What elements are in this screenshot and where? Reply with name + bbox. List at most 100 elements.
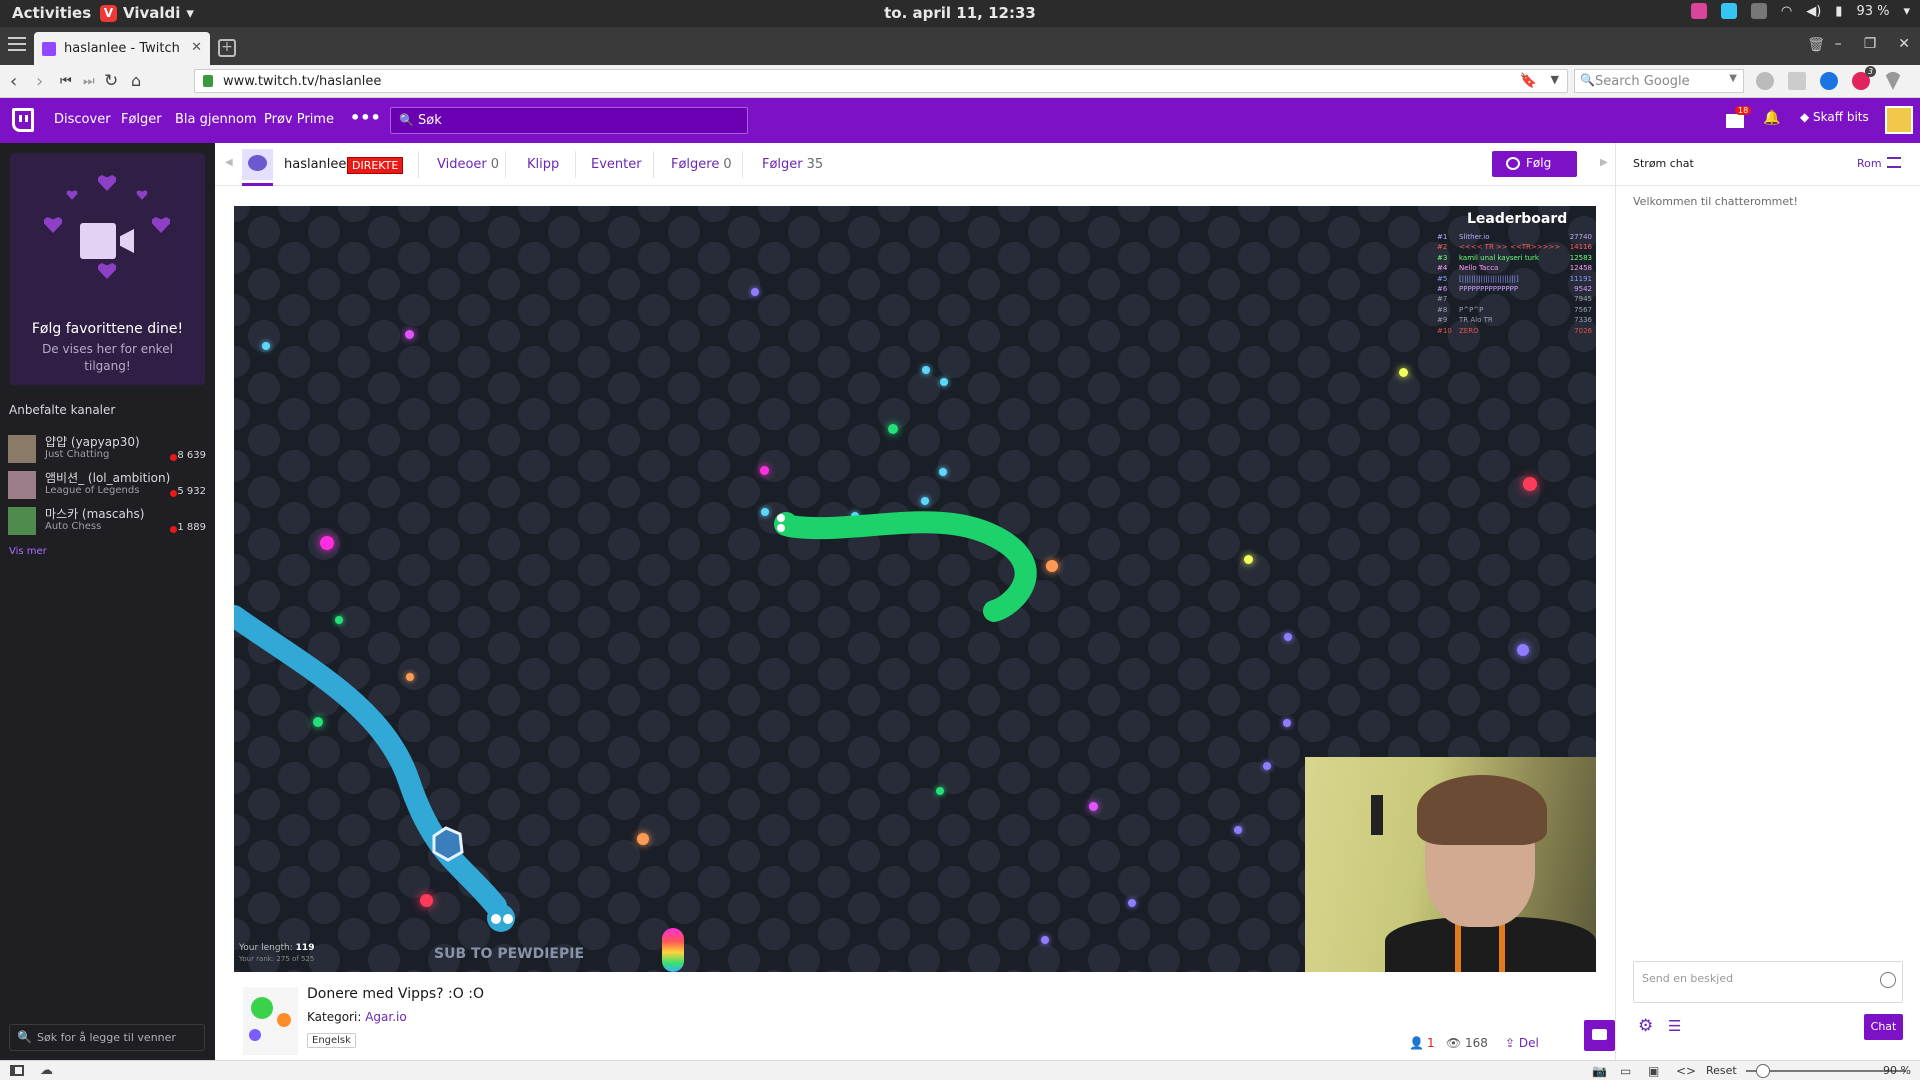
twitch-logo-icon[interactable] — [12, 108, 34, 132]
twitch-search-input[interactable]: 🔍 Søk — [390, 107, 748, 134]
zoom-slider-handle[interactable] — [1756, 1064, 1770, 1078]
share-button[interactable]: ⇪ Del — [1505, 1036, 1539, 1050]
browser-tab[interactable]: haslanlee - Twitch ✕ — [34, 32, 210, 65]
tab-count: 35 — [806, 157, 824, 172]
tab-count: 0 — [723, 157, 732, 172]
leaderboard-rank: #1 — [1437, 233, 1448, 241]
rooms-list-icon[interactable] — [1887, 157, 1901, 168]
channel-game: Auto Chess — [45, 521, 102, 532]
live-badge: DIREKTE — [347, 157, 404, 174]
messenger-icon[interactable] — [1820, 72, 1838, 90]
forward-icon[interactable]: › — [36, 71, 43, 92]
tab-following[interactable]: Følger 35 — [762, 157, 823, 172]
fast-forward-icon[interactable]: ⏭ — [83, 74, 95, 89]
get-bits-button[interactable]: ◆ Skaff bits — [1800, 110, 1869, 124]
game-box-art[interactable] — [243, 987, 298, 1055]
chevron-down-icon[interactable]: ▼ — [1551, 73, 1559, 86]
notification-extension-icon[interactable]: 3 — [1852, 66, 1876, 90]
leaderboard-name: kamil unal kayseri turk — [1459, 253, 1539, 262]
trash-icon[interactable]: 🗑 — [1807, 37, 1825, 53]
more-menu-icon[interactable]: ••• — [350, 108, 381, 127]
panel-toggle-icon[interactable] — [10, 1065, 24, 1076]
maximize-icon[interactable]: ❐ — [1864, 36, 1877, 52]
rewind-icon[interactable]: ⏮ — [60, 74, 72, 89]
code-icon[interactable]: <> — [1676, 1064, 1696, 1078]
battery-icon[interactable]: ▮ — [1835, 4, 1842, 19]
os-top-bar: Activities V Vivaldi ▾ to. april 11, 12:… — [0, 0, 1920, 27]
scroll-right-icon[interactable]: ▶ — [1600, 157, 1608, 168]
slack-icon[interactable] — [1720, 3, 1737, 19]
nav-browse[interactable]: Bla gjennom — [175, 112, 257, 127]
volume-icon[interactable]: ◀) — [1806, 4, 1821, 19]
recommended-channel[interactable]: 마스카 (mascahs) Auto Chess 1 889 — [8, 505, 208, 539]
chevron-down-icon[interactable]: ▾ — [1903, 4, 1910, 19]
show-more-link[interactable]: Vis mer — [9, 546, 47, 557]
camera-icon[interactable]: 📷 — [1592, 1064, 1607, 1078]
gear-icon[interactable]: ⚙ — [1638, 1016, 1653, 1036]
leaderboard-name: <<<< TR >> <<TR>>>>> — [1459, 243, 1561, 252]
vivaldi-v-icon[interactable] — [1884, 72, 1902, 90]
video-camera-icon — [80, 223, 116, 259]
recommended-channel[interactable]: 앰비션_ (lol_ambition) League of Legends 5 … — [8, 469, 208, 503]
recommended-channel[interactable]: 얍얍 (yapyap30) Just Chatting 8 639 — [8, 433, 208, 467]
back-icon[interactable]: ‹ — [10, 71, 17, 92]
nav-try-prime[interactable]: Prøv Prime — [264, 112, 334, 127]
player-rank: Your rank: 275 of 525 — [239, 955, 315, 963]
channel-avatar[interactable] — [242, 149, 273, 180]
chat-toggle-button[interactable] — [1584, 1020, 1615, 1051]
nav-discover[interactable]: Discover — [54, 112, 111, 127]
reload-icon[interactable]: ↻ — [104, 71, 118, 91]
close-tab-icon[interactable]: ✕ — [191, 40, 202, 55]
chevron-down-icon[interactable]: ▼ — [1729, 73, 1737, 84]
app-tray-icon[interactable] — [1690, 3, 1707, 19]
cloud-icon[interactable]: ☁ — [40, 1063, 53, 1078]
prime-badge: 18 — [1735, 106, 1752, 115]
share-icon: ⇪ — [1505, 1036, 1519, 1050]
bell-icon[interactable]: 🔔 — [1763, 110, 1780, 126]
search-engine-field[interactable]: 🔍 Search Google ▼ — [1574, 69, 1744, 93]
tab-followers[interactable]: Følgere 0 — [671, 157, 732, 172]
extension-icon[interactable] — [1788, 72, 1806, 90]
tiling-icon[interactable]: ▭ — [1620, 1064, 1631, 1078]
follow-button[interactable]: Følg — [1492, 151, 1577, 177]
rooms-button[interactable]: Rom — [1857, 157, 1882, 170]
bookmark-icon[interactable]: 🔖 — [1520, 73, 1537, 89]
user-avatar[interactable] — [1885, 106, 1913, 134]
url-field[interactable]: www.twitch.tv/haslanlee 🔖 ▼ — [194, 69, 1568, 93]
profile-icon[interactable] — [1756, 72, 1774, 90]
zoom-slider[interactable] — [1746, 1070, 1906, 1072]
friends-search-input[interactable]: 🔍 Søk for å legge til venner — [9, 1024, 205, 1051]
tab-clips[interactable]: Klipp — [527, 157, 559, 172]
image-icon[interactable]: ▣ — [1648, 1064, 1659, 1078]
zoom-reset-button[interactable]: Reset — [1706, 1064, 1737, 1077]
close-window-icon[interactable]: ✕ — [1898, 36, 1910, 52]
tab-videos[interactable]: Videoer 0 — [437, 157, 499, 172]
prime-crown-icon[interactable] — [1726, 114, 1744, 128]
leaderboard-name: ZERO — [1459, 326, 1479, 335]
new-tab-button[interactable]: + — [218, 39, 236, 57]
eye-icon: 👁 — [1446, 1036, 1462, 1050]
chat-welcome-message: Velkommen til chatterommet! — [1633, 195, 1798, 208]
system-tray[interactable]: ◠ ◀) ▮ 93 % ▾ — [1690, 3, 1910, 19]
vivaldi-menu-icon[interactable] — [8, 37, 26, 51]
search-icon: 🔍 — [17, 1030, 32, 1044]
chat-message-input[interactable]: Send en beskjed — [1633, 961, 1903, 1003]
tab-label: Følger — [762, 157, 803, 172]
clock[interactable]: to. april 11, 12:33 — [0, 4, 1920, 22]
minimize-icon[interactable]: – — [1835, 36, 1842, 52]
viewer-list-icon[interactable]: ☰ — [1668, 1017, 1681, 1035]
screen-icon[interactable] — [1750, 3, 1767, 19]
scroll-left-icon[interactable]: ◀ — [225, 157, 233, 168]
language-tag[interactable]: Engelsk — [307, 1033, 356, 1048]
stream-category: Kategori: Agar.io — [307, 1010, 407, 1024]
url-text: www.twitch.tv/haslanlee — [223, 74, 382, 89]
chat-send-button[interactable]: Chat — [1864, 1014, 1903, 1040]
category-link[interactable]: Agar.io — [365, 1010, 407, 1024]
wifi-icon[interactable]: ◠ — [1781, 4, 1792, 19]
emote-icon[interactable] — [1880, 972, 1896, 988]
home-icon[interactable]: ⌂ — [131, 71, 141, 90]
tab-events[interactable]: Eventer — [591, 157, 642, 172]
stream-video-player[interactable]: Leaderboard #1 Slither.io 27740 #2 <<<< TR >… — [234, 206, 1596, 972]
nav-following[interactable]: Følger — [121, 112, 162, 127]
channel-username[interactable]: haslanlee — [284, 157, 346, 172]
